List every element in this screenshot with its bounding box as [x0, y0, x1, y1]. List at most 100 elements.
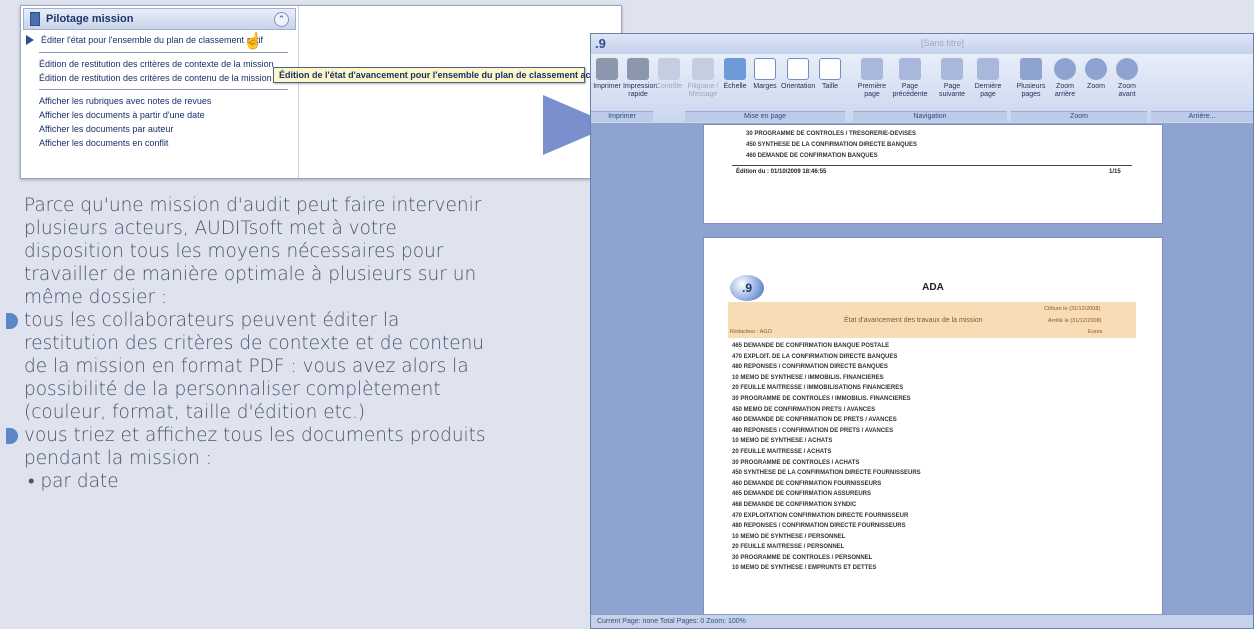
margins-icon	[754, 58, 776, 80]
printer-icon	[596, 58, 618, 80]
last-page-button[interactable]: Dernière page	[973, 58, 1003, 99]
orientation-icon	[787, 58, 809, 80]
report-line: 465 DEMANDE DE CONFIRMATION ASSUREURS	[732, 491, 872, 498]
report-line: 460 DEMANDE DE CONFIRMATION FOURNISSEURS	[732, 480, 882, 487]
menu-item-label: Éditer l'état pour l'ensemble du plan de…	[41, 35, 264, 45]
hand-cursor-icon: ☝	[243, 33, 263, 50]
ribbon-group-mise-en-page: Mise en page	[685, 111, 845, 122]
window-title: [Sans titre]	[921, 38, 965, 48]
menu-item-restitution-contexte[interactable]: Édition de restitution des critères de c…	[21, 57, 298, 71]
zoom-in-button[interactable]: Zoom avant	[1111, 58, 1143, 99]
report-lines: 465 DEMANDE DE CONFIRMATION BANQUE POSTA…	[732, 341, 921, 574]
bullet-item: tous les collaborateurs peuvent éditer l…	[6, 309, 494, 424]
ribbon-group-zoom: Zoom	[1011, 111, 1147, 122]
report-line: 480 REPONSES / CONFIRMATION DIRECTE BANQ…	[732, 364, 888, 371]
report-line: 10 MEMO DE SYNTHESE / EMPRUNTS ET DETTES	[732, 565, 877, 572]
first-page-button[interactable]: Première page	[857, 58, 887, 99]
bullet-icon	[6, 428, 18, 444]
control-icon	[658, 58, 680, 80]
divider	[732, 165, 1132, 166]
report-line: 465 DEMANDE DE CONFIRMATION BANQUE POSTA…	[732, 343, 890, 349]
orientation-button[interactable]: Orientation	[781, 58, 815, 91]
bullet-text: vous triez et affichez tous les document…	[24, 425, 486, 469]
sub-bullet-item: • par date	[28, 471, 119, 492]
bullet-item: vous triez et affichez tous les document…	[6, 424, 494, 470]
menu-separator	[39, 52, 288, 53]
first-page-icon	[861, 58, 883, 80]
zoom-icon	[1085, 58, 1107, 80]
zoom-out-button[interactable]: Zoom arrière	[1049, 58, 1081, 99]
size-button[interactable]: Taille	[817, 58, 843, 91]
report-subtitle: État d'avancement des travaux de la miss…	[844, 317, 983, 324]
last-page-icon	[977, 58, 999, 80]
ribbon-group-arriere: Arrière...	[1151, 111, 1253, 122]
report-preview-window: .9 [Sans titre] Imprimer Impression rapi…	[590, 33, 1254, 629]
redacteur: Rédacteur : AGO	[730, 329, 772, 335]
bullet-icon	[6, 313, 18, 329]
collapse-icon[interactable]: ⌃	[274, 11, 289, 27]
title-bar: .9 [Sans titre]	[591, 34, 1253, 54]
tooltip: Édition de l'état d'avancement pour l'en…	[273, 67, 599, 83]
scale-button[interactable]: Échelle	[721, 58, 749, 91]
menu-item-documents-date[interactable]: Afficher les documents à partir d'une da…	[21, 108, 298, 122]
mission-panel-title: Pilotage mission	[46, 13, 134, 25]
play-icon	[26, 35, 34, 45]
report-line: 20 FEUILLE MAITRESSE / PERSONNEL	[732, 544, 845, 551]
status-bar: Current Page: none Total Pages: 0 Zoom: …	[591, 614, 1253, 628]
report-line: 460 DEMANDE DE CONFIRMATION BANQUES	[746, 153, 878, 159]
report-line: 10 MEMO DE SYNTHESE / IMMOBILIS. FINANCI…	[732, 374, 884, 381]
report-line: 10 MEMO DE SYNTHESE / ACHATS	[732, 438, 833, 445]
app-logo[interactable]: .9	[595, 36, 606, 51]
multi-page-button[interactable]: Plusieurs pages	[1015, 58, 1047, 99]
margins-button[interactable]: Marges	[751, 58, 779, 91]
currency-label: Euros	[1088, 329, 1103, 335]
edition-date: Édition du : 01/10/2009 18:46:55	[736, 169, 827, 175]
document-icon	[30, 12, 40, 26]
cloture-date: Clôture le (31/12/2008)	[1044, 306, 1101, 312]
previous-page-button[interactable]: Page précédente	[889, 58, 931, 99]
mission-panel: Pilotage mission ⌃ Éditer l'état pour l'…	[20, 5, 622, 179]
menu-item-rubriques-notes[interactable]: Afficher les rubriques avec notes de rev…	[21, 94, 298, 108]
report-line: 30 PROGRAMME DE CONTROLES / TRESORERIE-D…	[746, 131, 917, 137]
quick-print-icon	[627, 58, 649, 80]
report-line: 460 DEMANDE DE CONFIRMATION DE PRETS / A…	[732, 417, 897, 424]
report-line: 470 EXPLOIT. DE LA CONFIRMATION DIRECTE …	[732, 353, 898, 360]
quick-print-button[interactable]: Impression rapide	[623, 58, 657, 99]
report-line: 10 MEMO DE SYNTHESE / PERSONNEL	[732, 533, 846, 540]
bullet-text: tous les collaborateurs peuvent éditer l…	[24, 310, 485, 423]
multi-page-icon	[1020, 58, 1042, 80]
print-button[interactable]: Imprimer	[593, 58, 621, 91]
ribbon: Imprimer Impression rapide Contrôle Fili…	[591, 54, 1253, 124]
page-number: 1/15	[1109, 169, 1121, 175]
menu-item-documents-conflit[interactable]: Afficher les documents en conflit	[21, 136, 298, 150]
zoom-in-icon	[1116, 58, 1138, 80]
mission-panel-header[interactable]: Pilotage mission ⌃	[23, 8, 296, 30]
report-line: 480 REPONSES / CONFIRMATION DE PRETS / A…	[732, 427, 894, 434]
report-line: 450 SYNTHESE DE LA CONFIRMATION DIRECTE …	[746, 142, 918, 148]
report-line: 450 SYNTHESE DE LA CONFIRMATION DIRECTE …	[732, 470, 921, 477]
next-page-button[interactable]: Page suivante	[933, 58, 971, 99]
report-line: 470 EXPLOITATION CONFIRMATION DIRECTE FO…	[732, 512, 909, 519]
report-line: 30 PROGRAMME DE CONTROLES / PERSONNEL	[732, 554, 873, 561]
menu-item-documents-auteur[interactable]: Afficher les documents par auteur	[21, 122, 298, 136]
menu-separator	[39, 89, 288, 90]
ribbon-group-imprimer: Imprimer	[591, 111, 653, 122]
ribbon-group-navigation: Navigation	[853, 111, 1007, 122]
report-line: 450 MEMO DE CONFIRMATION PRETS / AVANCES	[732, 406, 876, 413]
menu-item-restitution-contenu[interactable]: Édition de restitution des critères de c…	[21, 71, 298, 85]
zoom-button[interactable]: Zoom	[1083, 58, 1109, 91]
report-title: ADA	[922, 282, 944, 293]
intro-paragraph: Parce qu'une mission d'audit peut faire …	[24, 195, 482, 308]
report-lines: 30 PROGRAMME DE CONTROLES / TRESORERIE-D…	[746, 129, 917, 162]
report-line: 20 FEUILLE MAITRESSE / IMMOBILISATIONS F…	[732, 385, 904, 392]
arrete-date: Arrêté le (31/12/2008)	[1048, 318, 1102, 324]
report-line: 468 DEMANDE DE CONFIRMATION SYNDIC	[732, 501, 857, 508]
report-line: 20 FEUILLE MAITRESSE / ACHATS	[732, 448, 832, 455]
previous-page-icon	[899, 58, 921, 80]
next-page-icon	[941, 58, 963, 80]
report-page: .9 ADA Clôture le (31/12/2008) Arrêté le…	[703, 237, 1163, 617]
watermark-button[interactable]: Filigrane / Message	[687, 58, 719, 99]
report-page: 30 PROGRAMME DE CONTROLES / TRESORERIE-D…	[703, 124, 1163, 224]
control-button[interactable]: Contrôle	[655, 58, 683, 91]
report-line: 30 PROGRAMME DE CONTROLES / IMMOBILIS. F…	[732, 395, 911, 402]
